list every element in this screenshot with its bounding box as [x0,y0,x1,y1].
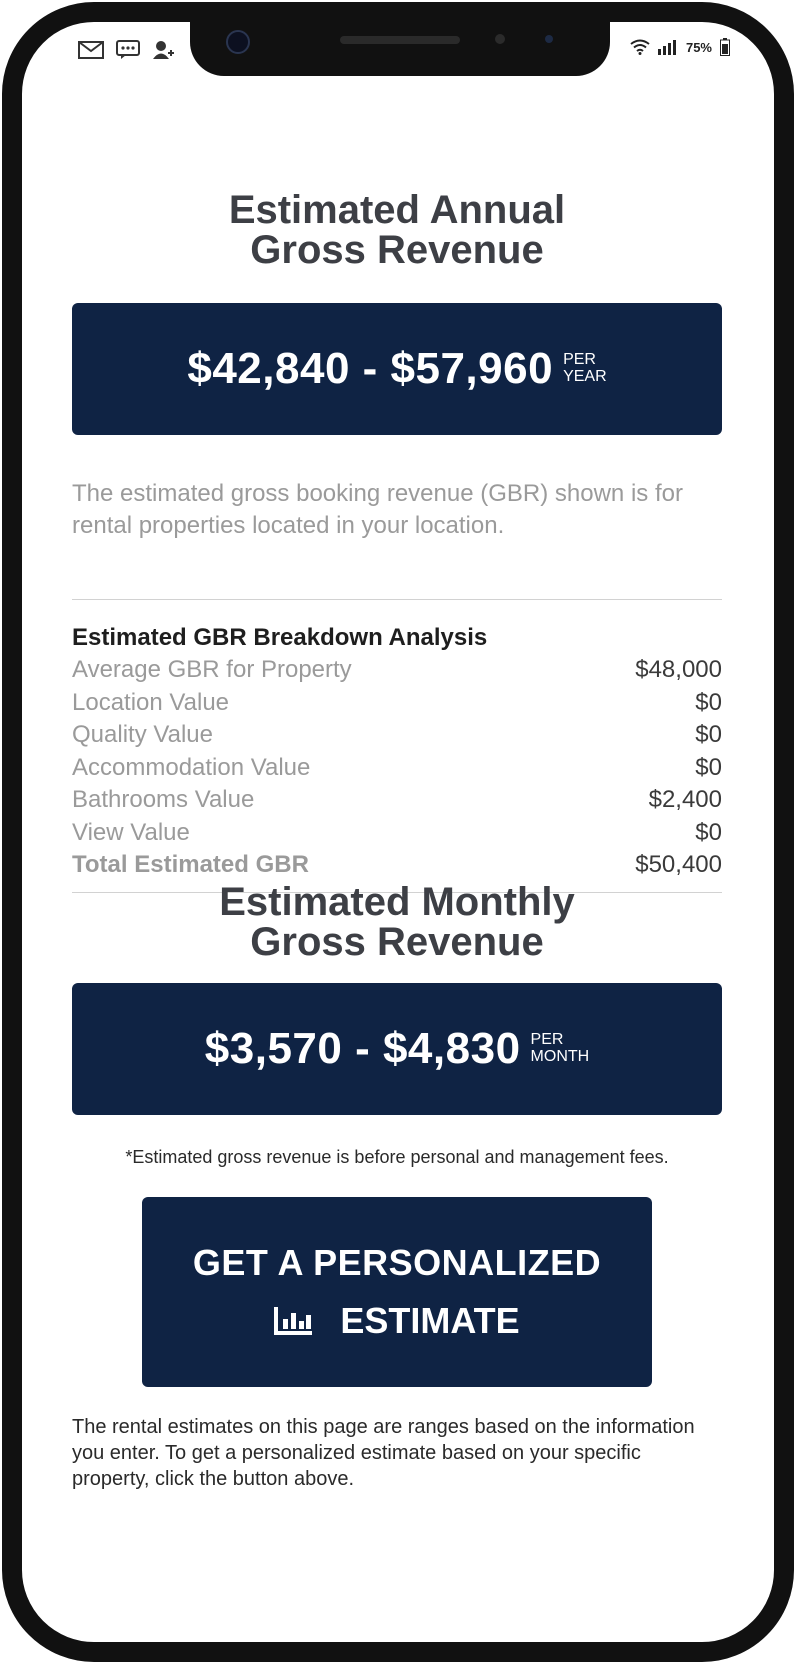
breakdown-row: Bathrooms Value $2,400 [72,784,722,817]
breakdown-row: Accommodation Value $0 [72,752,722,785]
annual-title-line1: Estimated Annual [228,188,566,232]
annual-title-line2: Gross Revenue [250,228,544,272]
row-label: Location Value [72,688,230,716]
unit-line1: PER [530,1031,564,1048]
breakdown-row: Location Value $0 [72,687,722,720]
sensor [495,34,505,44]
battery-percent: 75% [685,39,712,55]
cta-line2: ESTIMATE [274,1300,520,1342]
speaker [340,36,460,44]
gbr-description: The estimated gross booking revenue (GBR… [72,480,683,539]
breakdown-row: Quality Value $0 [72,719,722,752]
fees-footnote: *Estimated gross revenue is before perso… [125,1147,669,1167]
cta-line2-text: ESTIMATE [340,1300,520,1341]
front-camera [226,30,250,54]
row-value: $48,000 [635,656,722,683]
breakdown-row: Average GBR for Property $48,000 [72,654,722,687]
monthly-range-unit: PER MONTH [531,1031,590,1065]
monthly-range-value: $3,570 - $4,830 [204,1024,521,1073]
row-value: $50,400 [635,851,722,878]
battery-icon [720,38,730,56]
unit-line2: MONTH [530,1048,590,1065]
row-label: Bathrooms Value [72,786,255,813]
row-label: Accommodation Value [72,753,311,781]
annual-range-unit: PER YEAR [563,351,607,385]
breakdown-row: View Value $0 [72,817,722,850]
monthly-range-box: $3,570 - $4,830 PER MONTH [72,983,722,1115]
message-icon [116,40,140,60]
estimate-disclaimer: The rental estimates on this page are ra… [72,1416,695,1490]
divider [72,599,722,600]
notch [190,22,610,76]
status-bar-left [78,40,174,60]
row-value: $0 [695,753,722,781]
status-bar-right: 75% [630,38,730,56]
row-value: $2,400 [648,786,722,813]
annual-range-box: $42,840 - $57,960 PER YEAR [72,303,722,435]
breakdown-total-row: Total Estimated GBR $50,400 [72,849,722,882]
unit-line2: YEAR [563,368,607,385]
row-label: Total Estimated GBR [72,851,309,878]
sensor [545,35,553,43]
personalized-estimate-button[interactable]: GET A PERSONALIZED ESTIMATE [142,1197,652,1387]
row-label: View Value [72,818,190,846]
gbr-breakdown: Estimated GBR Breakdown Analysis Average… [72,622,722,882]
monthly-revenue-title: Estimated Monthly Gross Revenue [72,882,722,962]
monthly-title-line1: Estimated Monthly [219,880,575,924]
add-contact-icon [152,40,174,60]
annual-range-value: $42,840 - $57,960 [187,344,554,393]
row-label: Quality Value [72,721,213,748]
unit-line1: PER [563,351,596,368]
monthly-title-line2: Gross Revenue [250,920,544,964]
wifi-icon [630,39,650,55]
row-value: $0 [695,818,722,846]
signal-icon [657,39,678,55]
bar-chart-icon [274,1307,313,1335]
phone-frame: 75% Estimated Annual Gross Revenue $42,8… [2,2,794,1662]
row-label: Average GBR for Property [72,656,352,683]
row-value: $0 [695,688,722,716]
mail-icon [78,41,104,59]
row-value: $0 [695,721,722,748]
breakdown-title: Estimated GBR Breakdown Analysis [72,624,488,651]
annual-revenue-title: Estimated Annual Gross Revenue [72,190,722,270]
cta-line1: GET A PERSONALIZED [192,1242,602,1283]
